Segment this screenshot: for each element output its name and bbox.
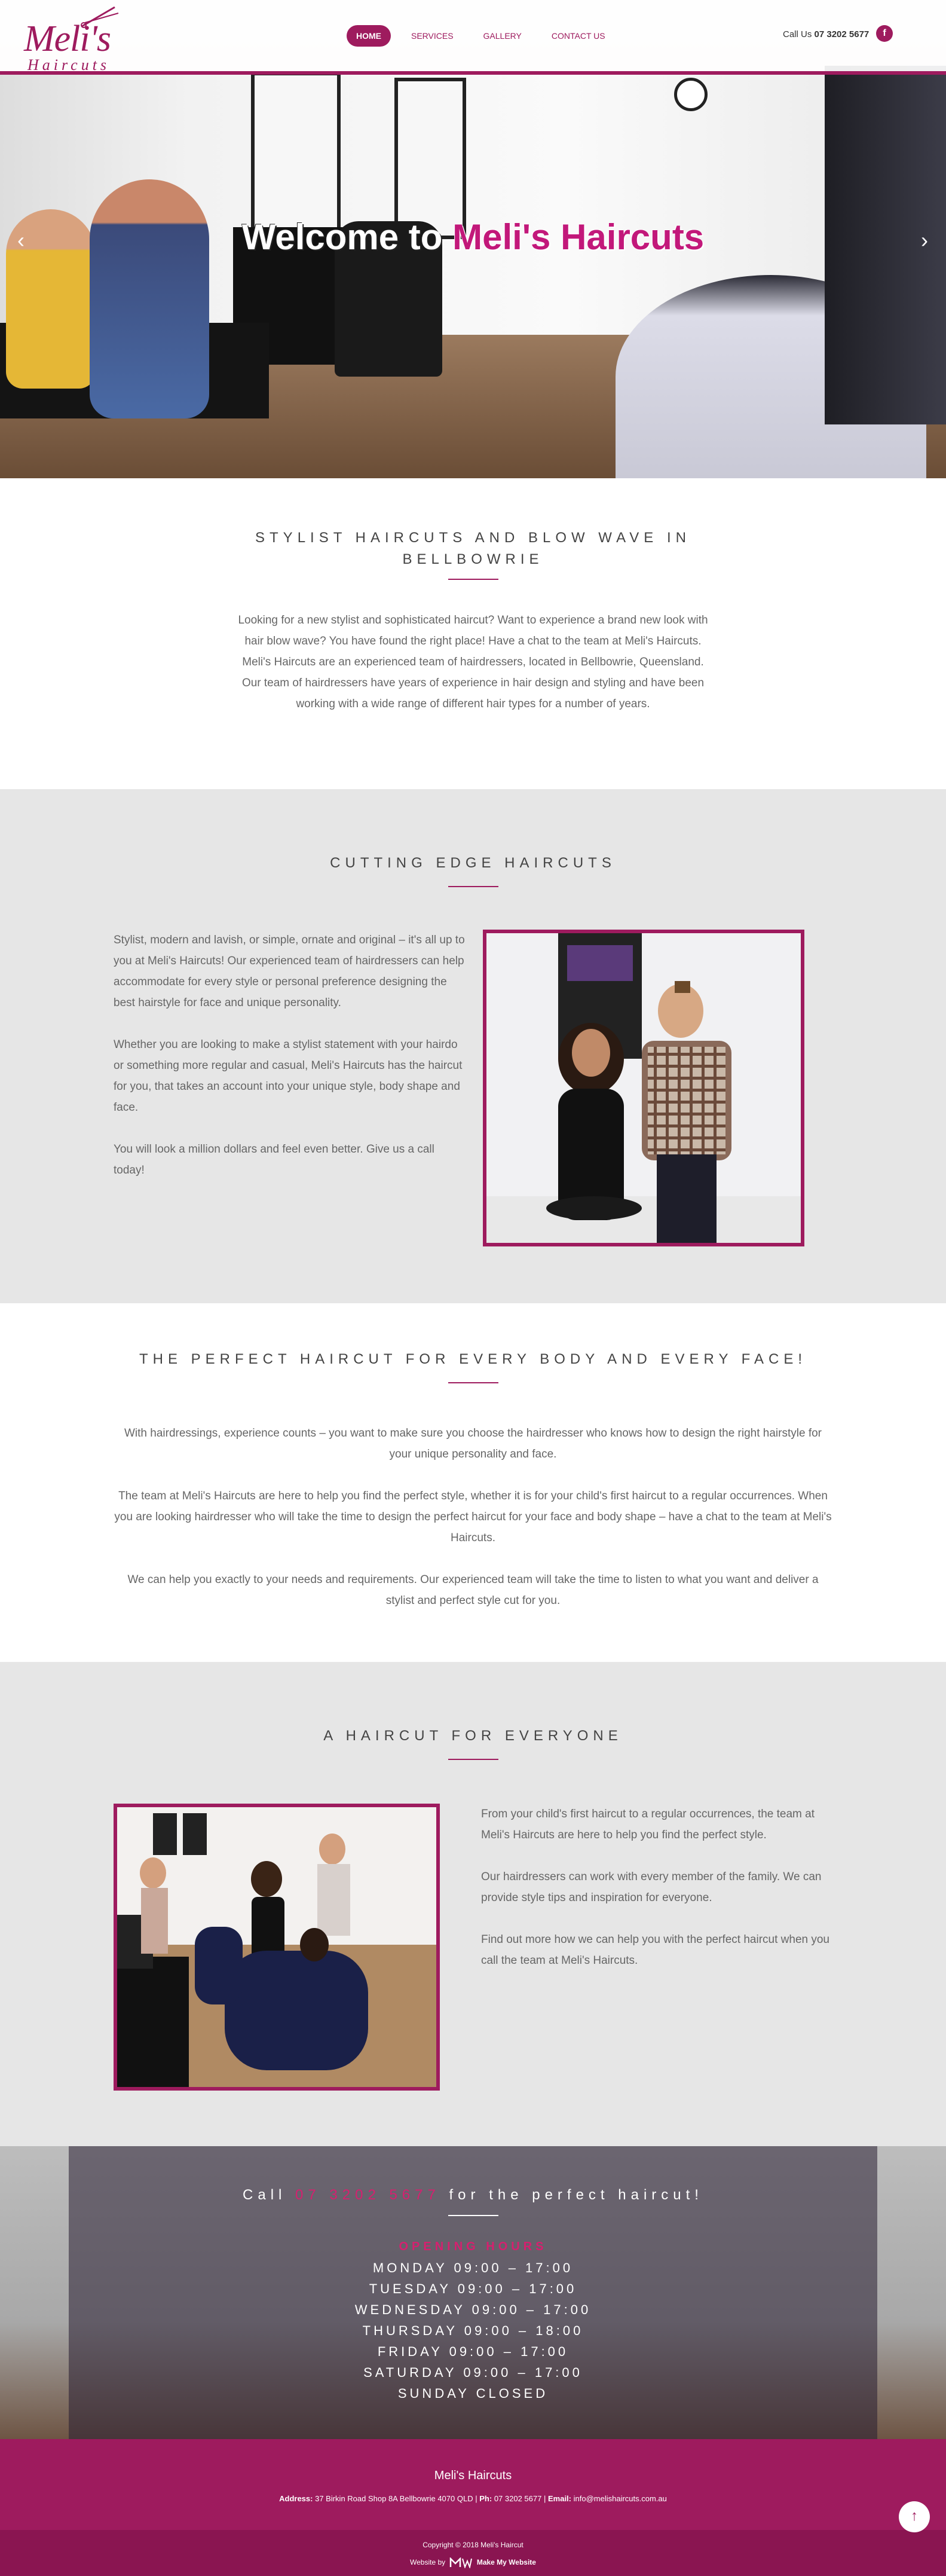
call-label: Call Us xyxy=(783,29,812,39)
hero-person xyxy=(90,179,209,418)
back-to-top-button[interactable]: ↑ xyxy=(899,2501,930,2532)
nav-services[interactable]: Services xyxy=(402,25,463,47)
intro-paragraph: Looking for a new stylist and sophistica… xyxy=(238,614,708,647)
title-divider xyxy=(448,1759,498,1760)
title-divider xyxy=(448,2215,498,2216)
cutting-edge-paragraph: Whether you are looking to make a stylis… xyxy=(114,1038,463,1114)
intro-paragraph: Meli's Haircuts are an experienced team … xyxy=(241,656,705,710)
perfect-haircut-title: The Perfect Haircut for Every Body and E… xyxy=(139,1351,807,1367)
site-header: Meli's Haircuts Home Services Gallery Co… xyxy=(0,0,946,75)
call-phone-link[interactable]: 07 3202 5677 xyxy=(295,2187,440,2203)
footer-bottom-band xyxy=(0,2530,946,2576)
make-my-website-logo-icon xyxy=(450,2557,473,2568)
clock-image xyxy=(674,78,708,111)
haircut-everyone-text: From your child's first haircut to a reg… xyxy=(481,1804,837,1992)
logo-title: Meli's xyxy=(24,19,111,59)
hero-title: Welcome to Meli's Haircuts xyxy=(0,216,946,258)
address-label: Address: xyxy=(279,2494,313,2503)
haircut-everyone-section: A Haircut for Everyone From your child's… xyxy=(0,1662,946,2146)
title-divider xyxy=(448,886,498,887)
footer-email[interactable]: info@melishaircuts.com.au xyxy=(574,2494,667,2503)
title-divider xyxy=(448,579,498,580)
cutting-edge-paragraph: Stylist, modern and lavish, or simple, o… xyxy=(114,934,465,1009)
footer-address: 37 Birkin Road Shop 8A Bellbowrie 4070 Q… xyxy=(315,2494,473,2503)
cutting-edge-paragraph: You will look a million dollars and feel… xyxy=(114,1143,434,1177)
stylists-photo-image xyxy=(486,933,801,1243)
phone-label: Ph: xyxy=(479,2494,492,2503)
nav-contact-us[interactable]: Contact Us xyxy=(542,25,615,47)
haircut-everyone-paragraph: From your child's first haircut to a reg… xyxy=(481,1808,815,1841)
hero-mirror xyxy=(394,78,466,239)
copyright-text: Copyright © 2018 Meli's Haircut xyxy=(423,2541,523,2549)
website-credit: Website by Make My Website xyxy=(0,2557,946,2568)
separator: | xyxy=(543,2494,546,2503)
hero-title-prefix: Welcome to xyxy=(241,217,443,257)
haircut-everyone-paragraph: Find out more how we can help you with t… xyxy=(481,1933,829,1967)
hero-title-accent: Meli's Haircuts xyxy=(452,217,705,257)
nav-gallery[interactable]: Gallery xyxy=(474,25,531,47)
separator: | xyxy=(475,2494,477,2503)
haircut-everyone-paragraph: Our hairdressers can work with every mem… xyxy=(481,1871,822,1904)
nav-home[interactable]: Home xyxy=(347,25,391,47)
cutting-edge-text: Stylist, modern and lavish, or simple, o… xyxy=(114,930,466,1202)
hours-row: Friday 09:00 – 17:00 xyxy=(377,2344,569,2359)
email-label: Email: xyxy=(547,2494,571,2503)
site-footer: Meli's Haircuts Address: 37 Birkin Road … xyxy=(0,2439,946,2576)
call-title: Call 07 3202 5677 for the perfect haircu… xyxy=(0,2187,946,2204)
perfect-haircut-section: The Perfect Haircut for Every Body and E… xyxy=(0,1303,946,1662)
perfect-haircut-paragraph: The team at Meli's Haircuts are here to … xyxy=(114,1490,832,1544)
perfect-haircut-paragraph: We can help you exactly to your needs an… xyxy=(127,1573,819,1607)
intro-title: Stylist Haircuts and Blow Wave in Bellbo… xyxy=(255,530,691,567)
cutting-edge-title: Cutting Edge Haircuts xyxy=(330,855,616,871)
hours-row: Tuesday 09:00 – 17:00 xyxy=(369,2281,577,2296)
stylists-photo xyxy=(483,930,804,1246)
salon-photo xyxy=(114,1804,440,2091)
hours-row: Saturday 09:00 – 17:00 xyxy=(363,2365,583,2380)
facebook-icon[interactable]: f xyxy=(876,25,893,42)
slider-prev-arrow-icon[interactable]: ‹ xyxy=(13,228,29,252)
call-number: 07 3202 5677 xyxy=(814,29,870,39)
opening-hours: Opening Hours Monday 09:00 – 17:00 Tuesd… xyxy=(0,2236,946,2404)
hours-row: Monday 09:00 – 17:00 xyxy=(372,2260,574,2275)
main-nav: Home Services Gallery Contact Us xyxy=(347,25,615,47)
opening-hours-title: Opening Hours xyxy=(399,2240,547,2253)
footer-phone[interactable]: 07 3202 5677 xyxy=(494,2494,542,2503)
footer-contact-line: Address: 37 Birkin Road Shop 8A Bellbowr… xyxy=(0,2494,946,2503)
slider-next-arrow-icon[interactable]: › xyxy=(917,228,932,252)
header-phone[interactable]: Call Us 07 3202 5677 xyxy=(783,29,869,39)
hours-row: Sunday Closed xyxy=(397,2386,549,2401)
call-prefix: Call xyxy=(243,2187,287,2203)
intro-section: Stylist Haircuts and Blow Wave in Bellbo… xyxy=(0,478,946,789)
intro-text: Looking for a new stylist and sophistica… xyxy=(236,610,710,714)
hours-row: Wednesday 09:00 – 17:00 xyxy=(354,2302,592,2317)
call-hours-section: Call 07 3202 5677 for the perfect haircu… xyxy=(0,2146,946,2439)
perfect-haircut-text: With hairdressings, experience counts – … xyxy=(114,1423,832,1632)
haircut-everyone-title: A Haircut for Everyone xyxy=(323,1728,623,1744)
make-my-website-link[interactable]: Make My Website xyxy=(477,2558,536,2566)
salon-photo-image xyxy=(117,1807,436,2087)
hours-row: Thursday 09:00 – 18:00 xyxy=(362,2323,584,2338)
title-divider xyxy=(448,1382,498,1383)
website-by-label: Website by xyxy=(410,2558,446,2567)
footer-business-name: Meli's Haircuts xyxy=(434,2469,512,2482)
cutting-edge-section: Cutting Edge Haircuts Stylist, modern an… xyxy=(0,789,946,1303)
perfect-haircut-paragraph: With hairdressings, experience counts – … xyxy=(124,1427,822,1460)
logo-subtitle: Haircuts xyxy=(27,56,111,74)
call-suffix: for the perfect haircut! xyxy=(449,2187,703,2203)
site-logo[interactable]: Meli's Haircuts xyxy=(24,5,120,74)
